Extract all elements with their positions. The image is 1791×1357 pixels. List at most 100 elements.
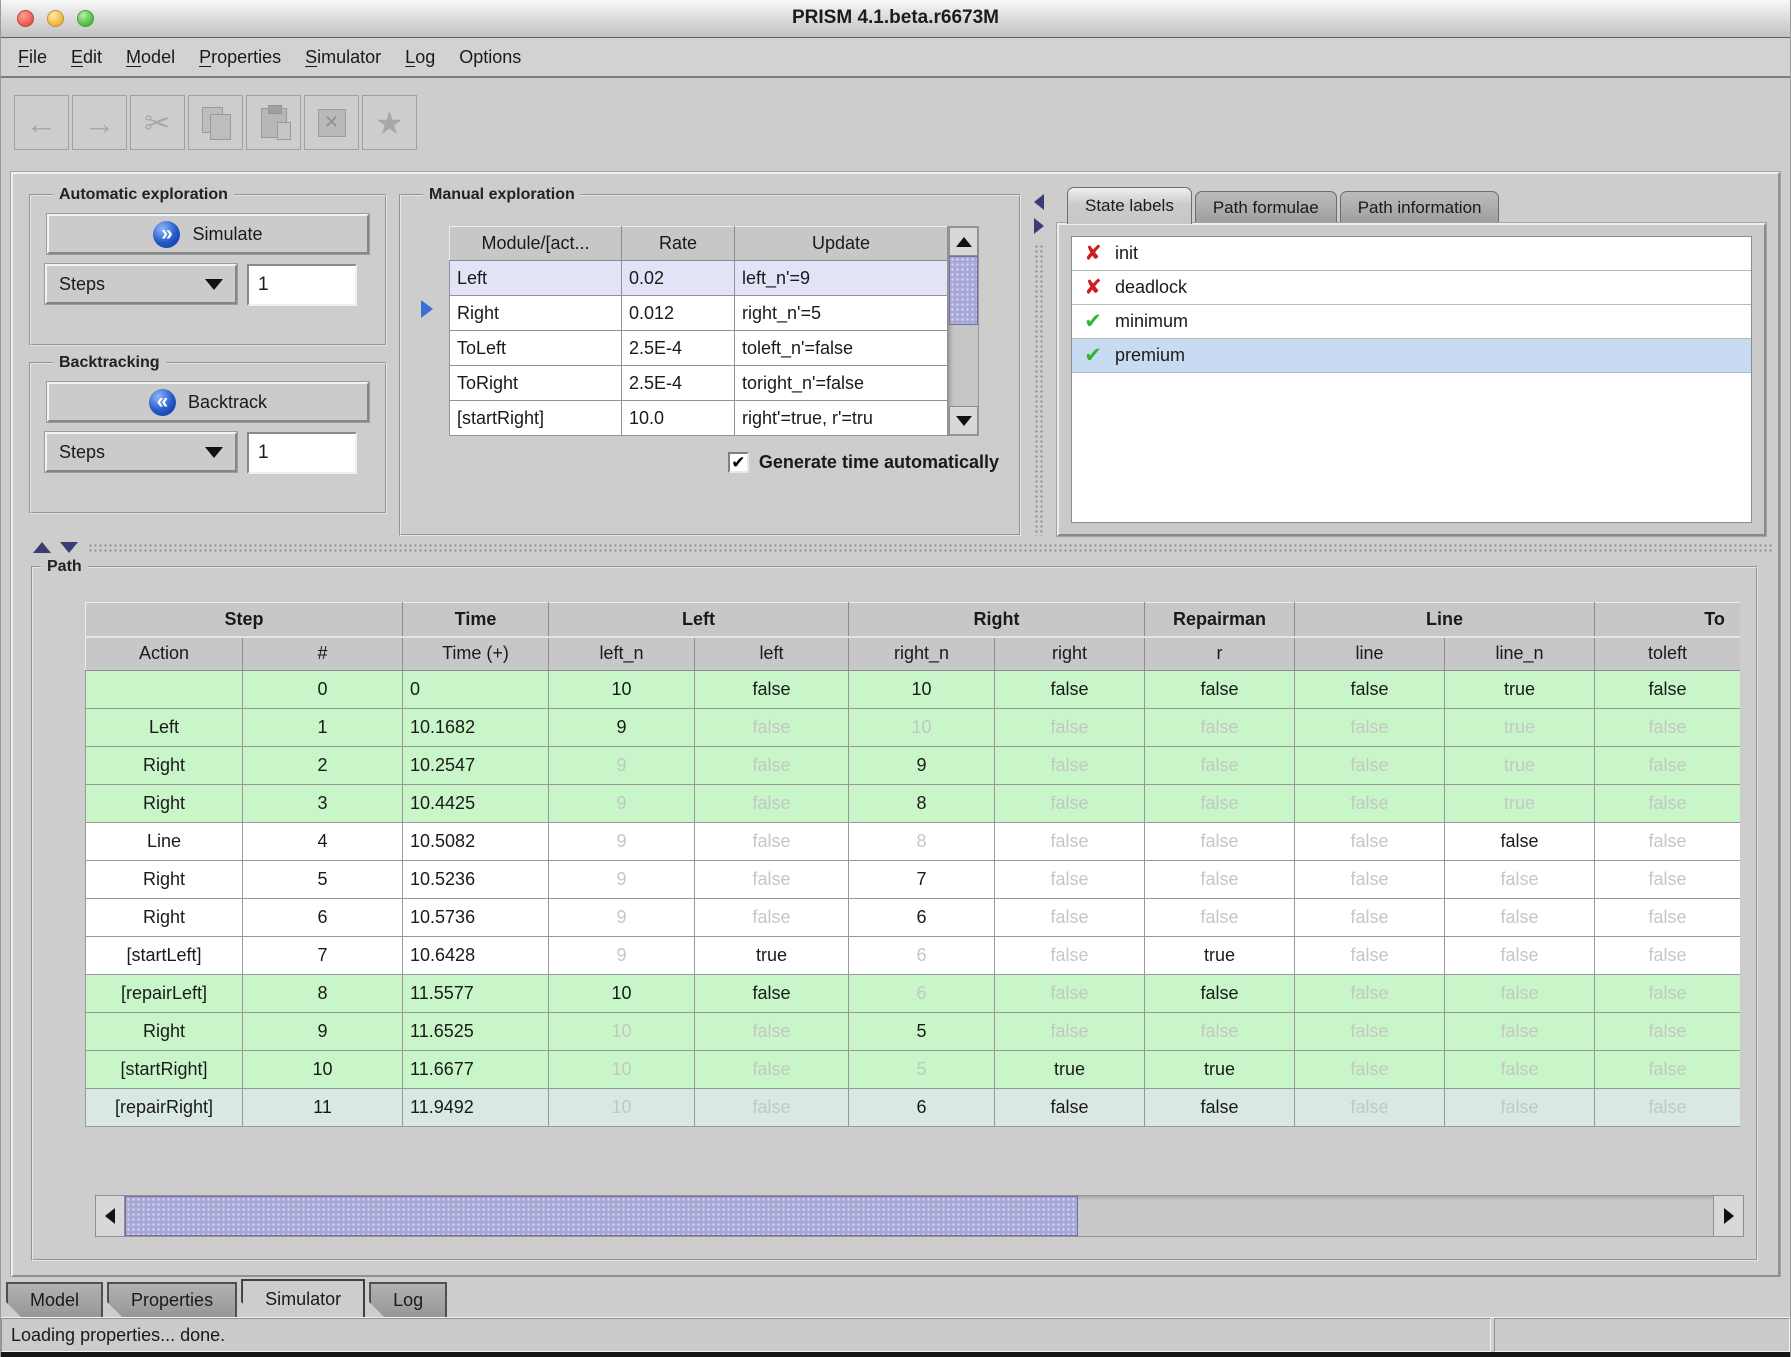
path-cell[interactable]: false: [1595, 1013, 1740, 1051]
path-cell[interactable]: Right: [86, 899, 243, 937]
manual-table-row[interactable]: Left0.02left_n'=9: [450, 261, 948, 296]
path-cell[interactable]: false: [695, 899, 849, 937]
path-column-header[interactable]: toleft: [1595, 637, 1740, 671]
tab-simulator[interactable]: Simulator: [241, 1279, 365, 1317]
path-cell[interactable]: 4: [243, 823, 403, 861]
manual-table-row[interactable]: ToRight2.5E-4toright_n'=false: [450, 366, 948, 401]
path-cell[interactable]: 10.1682: [403, 709, 549, 747]
path-cell[interactable]: false: [1445, 975, 1595, 1013]
path-row[interactable]: Right510.52369false7falsefalsefalsefalse…: [86, 861, 1741, 899]
manual-table-cell[interactable]: right'=true, r'=tru: [735, 401, 948, 436]
manual-col-module[interactable]: Module/[act...: [450, 227, 622, 261]
path-cell[interactable]: true: [1145, 937, 1295, 975]
path-cell[interactable]: false: [1145, 861, 1295, 899]
path-cell[interactable]: false: [1295, 1089, 1445, 1127]
path-cell[interactable]: 11.6677: [403, 1051, 549, 1089]
path-cell[interactable]: false: [1595, 1089, 1740, 1127]
path-cell[interactable]: 0: [403, 671, 549, 709]
manual-table-cell[interactable]: [startRight]: [450, 401, 622, 436]
manual-table-cell[interactable]: 2.5E-4: [622, 366, 735, 401]
path-cell[interactable]: 9: [549, 785, 695, 823]
path-cell[interactable]: false: [1295, 785, 1445, 823]
path-cell[interactable]: 7: [849, 861, 995, 899]
path-cell[interactable]: 3: [243, 785, 403, 823]
path-cell[interactable]: false: [1145, 975, 1295, 1013]
scroll-left-button[interactable]: [95, 1195, 125, 1237]
path-cell[interactable]: false: [1445, 861, 1595, 899]
collapse-left-icon[interactable]: [1034, 194, 1044, 210]
path-cell[interactable]: false: [1295, 1013, 1445, 1051]
path-cell[interactable]: 9: [549, 899, 695, 937]
path-cell[interactable]: false: [695, 1089, 849, 1127]
state-label-item[interactable]: ✘deadlock: [1072, 271, 1751, 305]
splitter-grip[interactable]: [88, 543, 1772, 552]
path-row[interactable]: 0010false10falsefalsefalsetruefalsefalse: [86, 671, 1741, 709]
path-cell[interactable]: false: [1595, 671, 1740, 709]
path-cell[interactable]: 10.5082: [403, 823, 549, 861]
path-row[interactable]: [startLeft]710.64289true6falsetruefalsef…: [86, 937, 1741, 975]
path-cell[interactable]: false: [1145, 747, 1295, 785]
path-column-header[interactable]: line: [1295, 637, 1445, 671]
scroll-down-button[interactable]: [949, 406, 978, 435]
manual-table-scrollbar[interactable]: [948, 226, 979, 436]
tab-path-formulae[interactable]: Path formulae: [1195, 191, 1337, 224]
path-cell[interactable]: false: [695, 861, 849, 899]
menu-simulator[interactable]: Simulator: [293, 47, 393, 68]
path-cell[interactable]: false: [1295, 671, 1445, 709]
path-cell[interactable]: false: [995, 861, 1145, 899]
simulate-steps-select[interactable]: Steps: [45, 264, 237, 304]
backtrack-steps-input[interactable]: 1: [247, 432, 357, 474]
scroll-track[interactable]: [949, 256, 978, 406]
path-cell[interactable]: 9: [549, 823, 695, 861]
path-cell[interactable]: false: [1445, 937, 1595, 975]
path-cell[interactable]: false: [1595, 785, 1740, 823]
path-cell[interactable]: 6: [849, 975, 995, 1013]
path-cell[interactable]: false: [995, 899, 1145, 937]
manual-col-update[interactable]: Update: [735, 227, 948, 261]
path-row[interactable]: Right610.57369false6falsefalsefalsefalse…: [86, 899, 1741, 937]
state-label-item[interactable]: ✔minimum: [1072, 305, 1751, 339]
manual-table-cell[interactable]: ToRight: [450, 366, 622, 401]
manual-table-cell[interactable]: 10.0: [622, 401, 735, 436]
path-cell[interactable]: false: [995, 1013, 1145, 1051]
backtrack-button[interactable]: « Backtrack: [47, 382, 369, 422]
path-cell[interactable]: 1: [243, 709, 403, 747]
scroll-right-button[interactable]: [1714, 1195, 1744, 1237]
path-cell[interactable]: false: [695, 975, 849, 1013]
manual-table-cell[interactable]: right_n'=5: [735, 296, 948, 331]
path-cell[interactable]: 10.5736: [403, 899, 549, 937]
path-cell[interactable]: false: [1295, 1051, 1445, 1089]
path-cell[interactable]: 6: [849, 937, 995, 975]
manual-table-cell[interactable]: 0.02: [622, 261, 735, 296]
path-cell[interactable]: false: [695, 823, 849, 861]
menu-options[interactable]: Options: [447, 47, 533, 68]
scroll-up-button[interactable]: [949, 227, 978, 256]
path-row[interactable]: [startRight]1011.667710false5truetruefal…: [86, 1051, 1741, 1089]
path-cell[interactable]: 10.6428: [403, 937, 549, 975]
simulate-steps-input[interactable]: 1: [247, 264, 357, 306]
path-column-header[interactable]: #: [243, 637, 403, 671]
path-cell[interactable]: false: [1145, 1089, 1295, 1127]
path-cell[interactable]: Right: [86, 747, 243, 785]
path-cell[interactable]: false: [695, 1051, 849, 1089]
path-cell[interactable]: 10: [549, 1013, 695, 1051]
delete-button[interactable]: ✕: [304, 95, 359, 150]
path-row[interactable]: Line410.50829false8falsefalsefalsefalsef…: [86, 823, 1741, 861]
path-cell[interactable]: false: [695, 785, 849, 823]
path-cell[interactable]: true: [1145, 1051, 1295, 1089]
path-cell[interactable]: false: [1595, 709, 1740, 747]
tab-log[interactable]: Log: [369, 1282, 447, 1317]
path-cell[interactable]: false: [1595, 861, 1740, 899]
path-cell[interactable]: 2: [243, 747, 403, 785]
splitter-grip[interactable]: [1034, 244, 1045, 536]
favorite-button[interactable]: ★: [362, 95, 417, 150]
forward-button[interactable]: →: [72, 95, 127, 150]
manual-table-row[interactable]: Right0.012right_n'=5: [450, 296, 948, 331]
path-cell[interactable]: 7: [243, 937, 403, 975]
paste-button[interactable]: [246, 95, 301, 150]
path-cell[interactable]: [startLeft]: [86, 937, 243, 975]
path-cell[interactable]: 10: [849, 671, 995, 709]
path-row[interactable]: Right911.652510false5falsefalsefalsefals…: [86, 1013, 1741, 1051]
path-cell[interactable]: false: [1145, 785, 1295, 823]
path-cell[interactable]: [86, 671, 243, 709]
